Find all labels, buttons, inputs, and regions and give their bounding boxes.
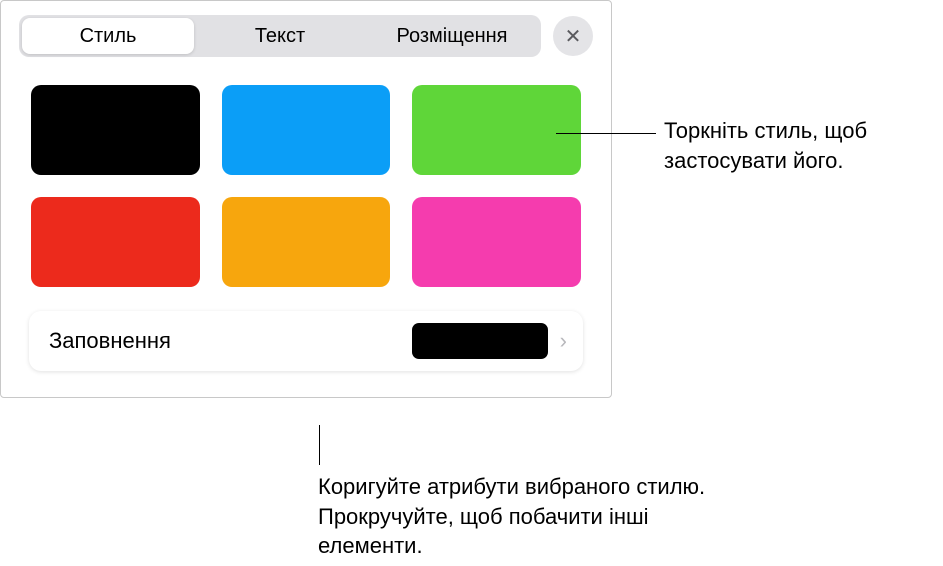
close-icon: ✕ [565, 24, 582, 49]
style-swatch-red[interactable] [31, 197, 200, 287]
style-swatch-orange[interactable] [222, 197, 391, 287]
style-swatch-green[interactable] [412, 85, 581, 175]
fill-label: Заповнення [49, 328, 412, 354]
callout-apply-style: Торкніть стиль, щоб застосувати його. [664, 116, 934, 175]
callout-line-1 [556, 133, 656, 134]
chevron-right-icon: › [560, 328, 567, 354]
panel-header: Стиль Текст Розміщення ✕ [1, 1, 611, 67]
fill-control[interactable]: Заповнення › [29, 311, 583, 371]
tab-arrange[interactable]: Розміщення [366, 18, 538, 54]
style-swatch-blue[interactable] [222, 85, 391, 175]
style-swatch-grid [1, 67, 611, 311]
close-button[interactable]: ✕ [553, 16, 593, 56]
callout-line-2 [319, 425, 320, 465]
callout-adjust-attributes: Коригуйте атрибути вибраного стилю. Прок… [318, 472, 718, 561]
style-swatch-pink[interactable] [412, 197, 581, 287]
tab-style[interactable]: Стиль [22, 18, 194, 54]
tab-bar: Стиль Текст Розміщення [19, 15, 541, 57]
style-swatch-black[interactable] [31, 85, 200, 175]
fill-color-swatch[interactable] [412, 323, 548, 359]
tab-text[interactable]: Текст [194, 18, 366, 54]
format-panel: Стиль Текст Розміщення ✕ Заповнення › [0, 0, 612, 398]
